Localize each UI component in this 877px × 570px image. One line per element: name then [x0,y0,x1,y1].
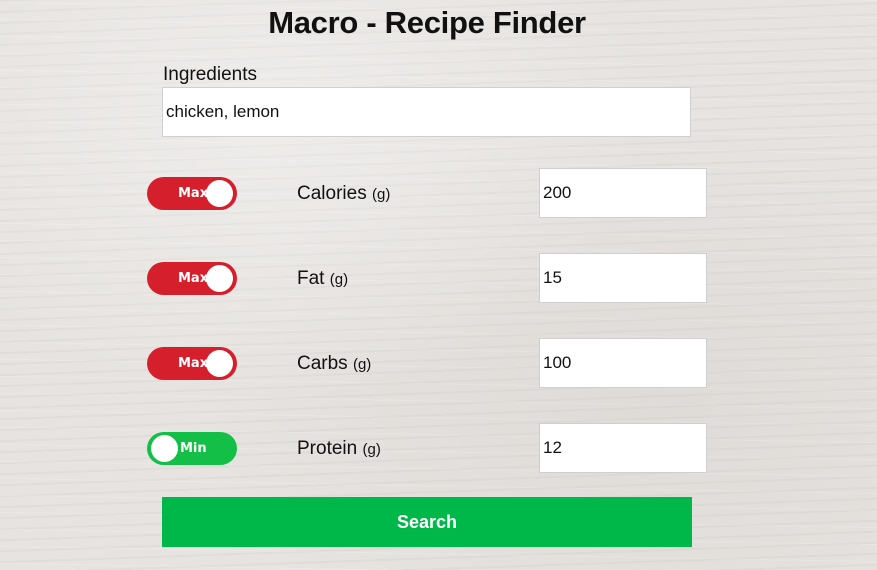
toggle-mode-label: Min [180,441,207,456]
macro-unit: (g) [329,271,349,288]
macro-row-protein: Min Protein (g) [0,423,877,473]
page-title: Macro - Recipe Finder [268,5,586,40]
macro-unit: (g) [352,356,372,373]
carbs-label: Carbs (g) [297,353,371,375]
macro-name: Protein [297,438,358,459]
macro-name: Calories [297,183,367,204]
toggle-mode-label: Max [178,271,209,286]
protein-max-min-toggle[interactable]: Min [147,432,237,465]
fat-label: Fat (g) [297,268,348,290]
search-button[interactable]: Search [162,497,692,547]
macro-row-calories: Max Calories (g) [0,168,877,218]
carbs-input[interactable] [539,338,707,388]
macro-name: Fat [297,268,325,289]
fat-input[interactable] [539,253,707,303]
fat-max-min-toggle[interactable]: Max [147,262,237,295]
macro-row-fat: Max Fat (g) [0,253,877,303]
macro-name: Carbs [297,353,348,374]
protein-input[interactable] [539,423,707,473]
toggle-mode-label: Max [178,356,209,371]
ingredients-label: Ingredients [163,64,258,85]
macro-unit: (g) [362,441,381,458]
calories-max-min-toggle[interactable]: Max [147,177,237,210]
toggle-mode-label: Max [178,186,209,201]
carbs-max-min-toggle[interactable]: Max [147,347,237,380]
protein-label: Protein (g) [297,438,381,460]
macro-row-carbs: Max Carbs (g) [0,338,877,388]
ingredients-input[interactable] [162,87,691,137]
toggle-knob [206,350,233,377]
toggle-knob [206,265,233,292]
calories-label: Calories (g) [297,183,390,205]
toggle-knob [151,435,178,462]
toggle-knob [206,180,233,207]
macro-unit: (g) [371,186,391,203]
calories-input[interactable] [539,168,707,218]
